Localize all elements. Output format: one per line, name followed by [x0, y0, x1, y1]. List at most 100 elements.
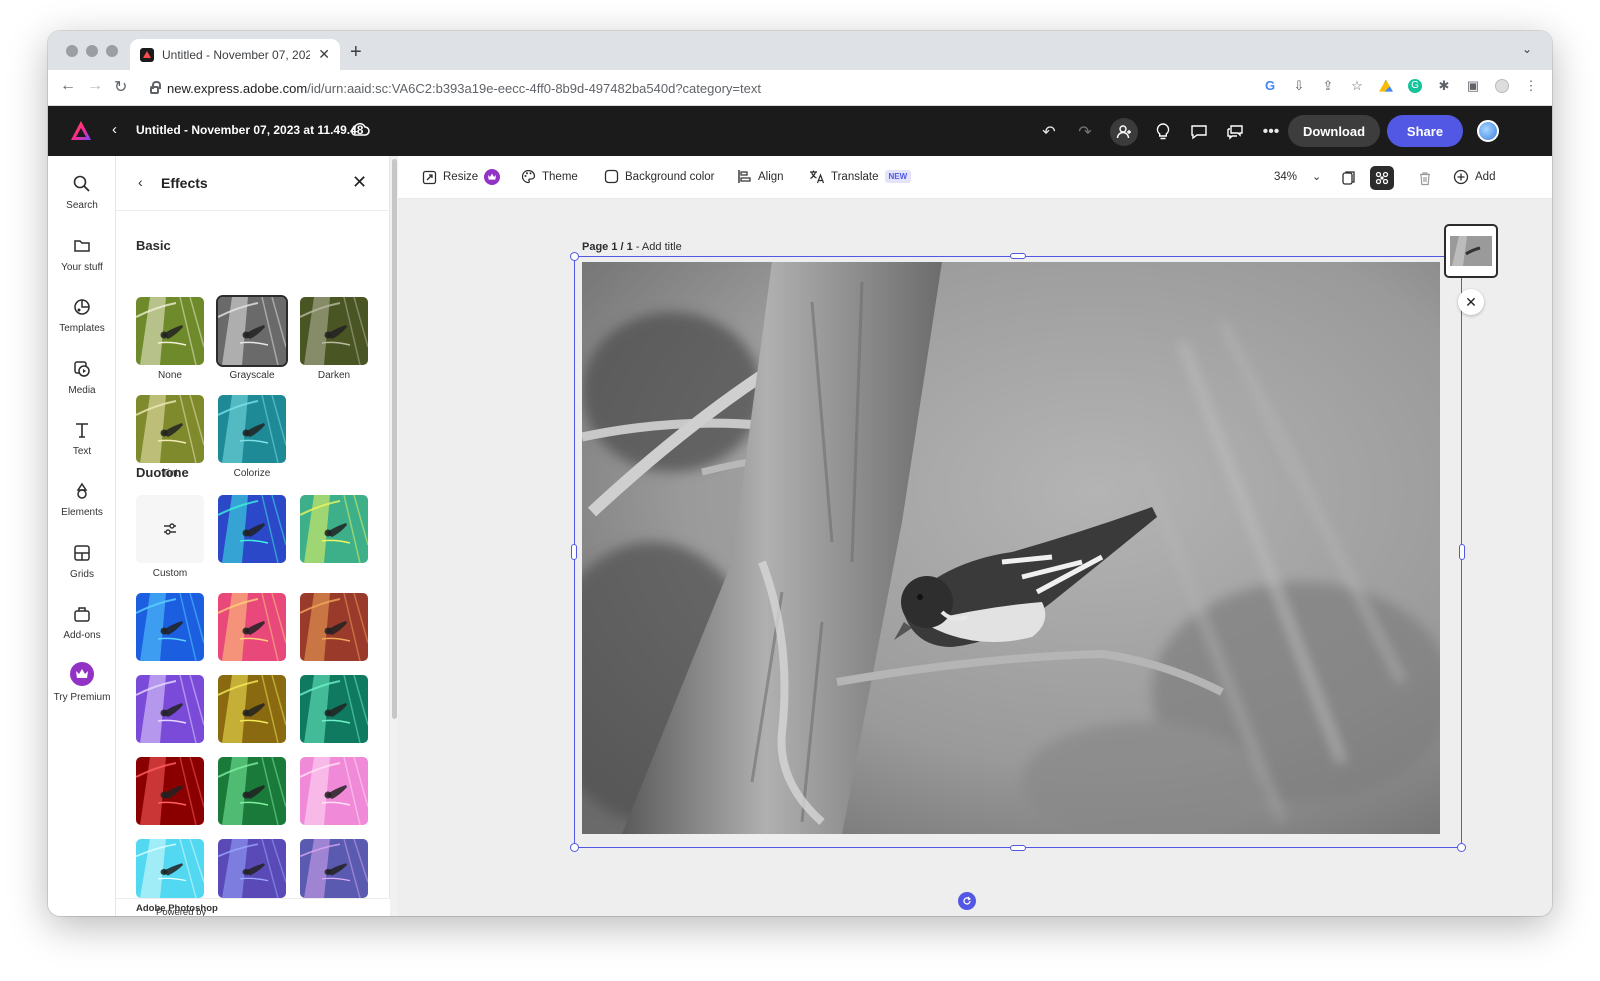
resize-handle-top-left[interactable]	[570, 252, 579, 261]
background-color-icon	[604, 169, 619, 184]
duotone-swatch[interactable]	[218, 593, 286, 661]
duotone-swatch[interactable]	[300, 757, 368, 825]
effect-swatch-grayscale[interactable]	[216, 295, 288, 367]
rail-item-templates[interactable]: Templates	[48, 297, 116, 334]
bookmark-star-icon[interactable]: ☆	[1350, 79, 1364, 93]
browser-tab[interactable]: Untitled - November 07, 2023 ✕	[130, 39, 340, 70]
rail-item-your-stuff[interactable]: Your stuff	[48, 236, 116, 273]
redo-icon[interactable]: ↷	[1074, 120, 1096, 144]
adobe-express-logo-icon[interactable]	[70, 120, 92, 142]
rail-item-elements[interactable]: Elements	[48, 481, 116, 518]
rail-item-add-ons[interactable]: Add-ons	[48, 604, 116, 641]
document-title[interactable]: Untitled - November 07, 2023 at 11.49.48	[136, 123, 363, 137]
effect-swatch-none[interactable]	[136, 297, 204, 365]
share-button[interactable]: Share	[1387, 115, 1463, 147]
page-label[interactable]: Page 1 / 1 - Add title	[582, 241, 682, 253]
background-color-button[interactable]: Background color	[604, 169, 715, 184]
duotone-swatch[interactable]	[218, 675, 286, 743]
translate-button[interactable]: Translate NEW	[809, 169, 912, 184]
drive-icon[interactable]	[1379, 79, 1393, 92]
user-avatar[interactable]	[1477, 120, 1499, 142]
duotone-swatch[interactable]	[300, 839, 368, 898]
duotone-swatch[interactable]	[300, 495, 368, 563]
lightbulb-icon[interactable]	[1152, 120, 1174, 144]
effect-swatch-tint[interactable]	[136, 395, 204, 463]
page-duplicate-button[interactable]	[1337, 166, 1361, 190]
resize-handle-bottom-right[interactable]	[1457, 843, 1466, 852]
resize-handle-left[interactable]	[571, 544, 577, 560]
google-icon[interactable]: G	[1263, 79, 1277, 93]
duotone-swatch[interactable]	[136, 675, 204, 743]
effect-swatch-colorize[interactable]	[218, 395, 286, 463]
layers-toggle-button[interactable]	[1370, 166, 1394, 190]
install-icon[interactable]: ⇩	[1292, 79, 1306, 93]
duotone-swatch[interactable]	[136, 593, 204, 661]
forward-arrow-icon[interactable]: →	[87, 77, 103, 95]
conversation-icon[interactable]	[1224, 120, 1246, 144]
profile-avatar-icon[interactable]	[1495, 79, 1509, 93]
resize-button[interactable]: Resize	[422, 169, 501, 185]
resize-handle-bottom[interactable]	[1010, 845, 1026, 851]
resize-handle-right[interactable]	[1459, 544, 1465, 560]
zoom-chevron-icon[interactable]: ⌄	[1312, 170, 1321, 183]
align-button[interactable]: Align	[737, 169, 784, 184]
tab-search-chevron-icon[interactable]: ⌄	[1522, 42, 1532, 56]
side-panel-icon[interactable]: ▣	[1466, 79, 1480, 93]
reload-icon[interactable]: ↻	[114, 77, 127, 97]
palette-icon	[521, 169, 536, 184]
cloud-sync-icon[interactable]	[350, 120, 370, 138]
lock-icon[interactable]	[150, 81, 161, 94]
extensions-puzzle-icon[interactable]: ✱	[1437, 79, 1451, 93]
back-chevron-icon[interactable]: ‹	[112, 121, 117, 138]
close-window-button[interactable]	[66, 45, 78, 57]
duotone-swatch[interactable]	[300, 593, 368, 661]
invite-user-icon[interactable]	[1110, 118, 1138, 146]
undo-icon[interactable]: ↶	[1038, 120, 1060, 144]
new-tab-icon[interactable]: +	[350, 41, 362, 64]
page-number: Page 1 / 1	[582, 241, 633, 253]
duotone-swatch[interactable]	[136, 839, 204, 898]
maximize-window-button[interactable]	[106, 45, 118, 57]
rotate-handle[interactable]	[958, 892, 976, 910]
effect-swatch-darken[interactable]	[300, 297, 368, 365]
rail-label: Search	[66, 200, 98, 211]
share-page-icon[interactable]: ⇪	[1321, 79, 1335, 93]
download-button[interactable]: Download	[1288, 115, 1380, 147]
duotone-swatch[interactable]	[300, 675, 368, 743]
more-options-icon[interactable]: •••	[1260, 120, 1282, 144]
panel-back-icon[interactable]: ‹	[138, 174, 143, 190]
duotone-swatch[interactable]	[136, 757, 204, 825]
rail-item-try-premium[interactable]: Try Premium	[48, 662, 116, 703]
rail-item-search[interactable]: Search	[48, 174, 116, 211]
minimize-window-button[interactable]	[86, 45, 98, 57]
panel-close-icon[interactable]: ✕	[352, 172, 367, 193]
resize-handle-bottom-left[interactable]	[570, 843, 579, 852]
theme-button[interactable]: Theme	[521, 169, 578, 184]
delete-page-button[interactable]	[1413, 166, 1437, 190]
duotone-swatch[interactable]	[218, 495, 286, 563]
translate-icon	[810, 170, 825, 184]
panel-scrollbar[interactable]	[392, 159, 397, 719]
browser-menu-icon[interactable]: ⋮	[1524, 79, 1538, 93]
swatch-label: Darken	[317, 370, 351, 381]
comment-icon[interactable]	[1188, 120, 1210, 144]
add-title-link[interactable]: - Add title	[633, 241, 682, 253]
rail-item-text[interactable]: Text	[48, 420, 116, 457]
duotone-swatch[interactable]	[218, 839, 286, 898]
add-page-button[interactable]: Add	[1453, 169, 1495, 185]
close-tab-icon[interactable]: ✕	[318, 46, 330, 63]
resize-handle-top[interactable]	[1010, 253, 1026, 259]
browser-window: Untitled - November 07, 2023 ✕ + ⌄ ← → ↻…	[48, 31, 1552, 916]
zoom-select[interactable]: 34%	[1274, 171, 1297, 183]
rail-label: Add-ons	[63, 630, 101, 641]
custom-duotone-swatch[interactable]	[136, 495, 204, 563]
rail-item-media[interactable]: Media	[48, 359, 116, 396]
url-host: new.express.adobe.com	[167, 80, 308, 96]
duotone-swatch[interactable]	[218, 757, 286, 825]
grammarly-icon[interactable]: G	[1408, 79, 1422, 93]
page-thumbnail[interactable]	[1444, 224, 1498, 278]
url-input[interactable]: new.express.adobe.com/id/urn:aaid:sc:VA6…	[140, 74, 1380, 102]
close-thumbnails-icon[interactable]: ✕	[1458, 289, 1484, 315]
back-arrow-icon[interactable]: ←	[60, 77, 76, 95]
rail-item-grids[interactable]: Grids	[48, 543, 116, 580]
